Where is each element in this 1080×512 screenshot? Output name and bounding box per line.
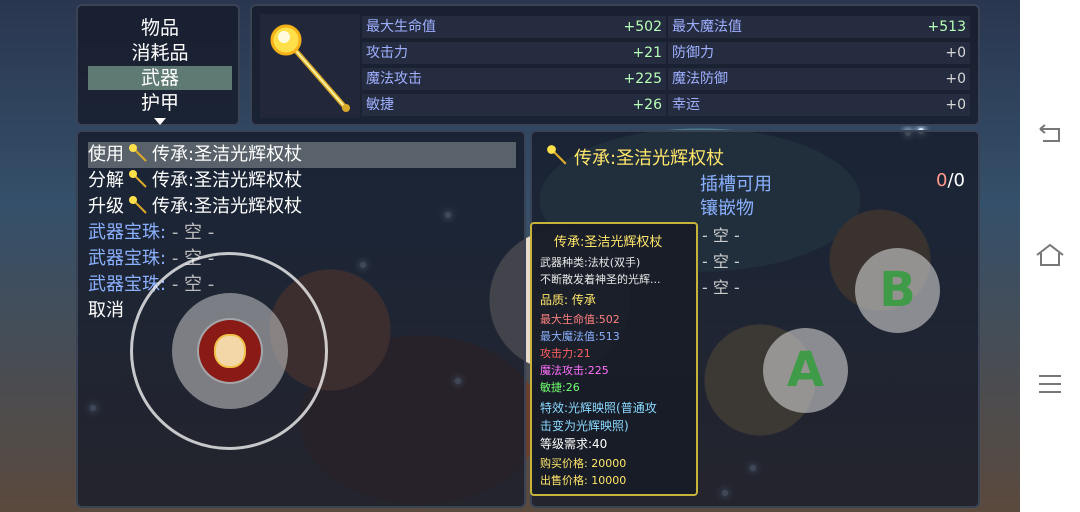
action-upgrade[interactable]: 升级 传承:圣洁光辉权杖 bbox=[88, 194, 302, 220]
category-items[interactable]: 物品 bbox=[88, 16, 232, 40]
category-armor[interactable]: 护甲 bbox=[88, 91, 232, 115]
tooltip-attack: 攻击力:21 bbox=[540, 347, 591, 360]
action-decompose[interactable]: 分解 传承:圣洁光辉权杖 bbox=[88, 168, 302, 194]
action-label: 使用 bbox=[88, 144, 124, 165]
equipment-stats-panel: 最大生命值 +502 最大魔法值 +513 攻击力 +21 防御力 +0 魔法攻… bbox=[250, 4, 980, 126]
stat-name: 幸运 bbox=[672, 97, 700, 113]
action-cancel[interactable]: 取消 bbox=[88, 298, 124, 324]
category-weapons[interactable]: 武器 bbox=[88, 66, 232, 90]
slot-count-current: 0 bbox=[936, 170, 948, 191]
staff-icon bbox=[129, 196, 147, 214]
stat-value: +21 bbox=[632, 45, 662, 61]
item-portrait bbox=[260, 14, 360, 118]
action-label: 分解 bbox=[88, 170, 124, 191]
tooltip-description: 不断散发着神圣的光辉... bbox=[540, 273, 661, 286]
menu-icon[interactable] bbox=[1037, 374, 1063, 394]
a-button[interactable]: A bbox=[763, 328, 848, 413]
item-title: 传承:圣洁光辉权杖 bbox=[574, 148, 725, 169]
gem-slot-value: - 空 - bbox=[171, 222, 215, 243]
inlay-slot-empty: - 空 - bbox=[702, 252, 740, 271]
stat-value: +0 bbox=[945, 97, 966, 113]
stat-magic-attack: 魔法攻击 +225 bbox=[362, 68, 666, 90]
gem-slot-label: 武器宝珠: bbox=[88, 248, 167, 269]
tooltip-name: 传承:圣洁光辉权杖 bbox=[554, 235, 663, 250]
item-name: 传承:圣洁光辉权杖 bbox=[152, 196, 303, 217]
holy-staff-icon bbox=[270, 24, 350, 112]
stat-value: +26 bbox=[632, 97, 662, 113]
stat-defense: 防御力 +0 bbox=[668, 42, 970, 64]
tooltip-buy-price: 购买价格: 20000 bbox=[540, 457, 627, 470]
action-use[interactable]: 使用 传承:圣洁光辉权杖 bbox=[88, 142, 516, 168]
stat-name: 魔法攻击 bbox=[366, 71, 422, 87]
category-menu: 物品 消耗品 武器 护甲 bbox=[76, 4, 240, 126]
stat-name: 魔法防御 bbox=[672, 71, 728, 87]
tooltip-hp: 最大生命值:502 bbox=[540, 313, 620, 326]
tooltip-effect-cont: 击变为光辉映照) bbox=[540, 419, 629, 433]
cancel-label: 取消 bbox=[88, 300, 124, 321]
stat-name: 攻击力 bbox=[366, 45, 408, 61]
stat-name: 防御力 bbox=[672, 45, 714, 61]
stat-value: +0 bbox=[945, 45, 966, 61]
stat-value: +0 bbox=[945, 71, 966, 87]
action-label: 升级 bbox=[88, 196, 124, 217]
item-name: 传承:圣洁光辉权杖 bbox=[152, 170, 303, 191]
stat-max-mp: 最大魔法值 +513 bbox=[668, 16, 970, 38]
stat-value: +502 bbox=[623, 19, 662, 35]
stat-attack: 攻击力 +21 bbox=[362, 42, 666, 64]
inlay-slot-empty: - 空 - bbox=[702, 226, 740, 245]
b-button[interactable]: B bbox=[855, 248, 940, 333]
tooltip-effect: 特效:光辉映照(普通攻 bbox=[540, 401, 657, 415]
home-icon[interactable] bbox=[1035, 243, 1065, 267]
tooltip-sell-price: 出售价格: 10000 bbox=[540, 474, 627, 487]
stat-magic-defense: 魔法防御 +0 bbox=[668, 68, 970, 90]
item-tooltip: 传承:圣洁光辉权杖 武器种类:法杖(双手) 不断散发着神圣的光辉... 品质: … bbox=[530, 222, 698, 496]
staff-icon bbox=[129, 144, 147, 162]
tooltip-quality: 品质: 传承 bbox=[540, 293, 596, 307]
stat-name: 敏捷 bbox=[366, 97, 394, 113]
staff-icon bbox=[547, 145, 567, 165]
inlay-label: 镶嵌物 bbox=[700, 198, 754, 219]
tooltip-agility: 敏捷:26 bbox=[540, 381, 580, 394]
character-avatar bbox=[214, 334, 246, 368]
stat-luck: 幸运 +0 bbox=[668, 94, 970, 116]
category-consumables[interactable]: 消耗品 bbox=[88, 41, 232, 65]
stat-agility: 敏捷 +26 bbox=[362, 94, 666, 116]
tooltip-mp: 最大魔法值:513 bbox=[540, 330, 620, 343]
stat-name: 最大生命值 bbox=[366, 19, 436, 35]
stat-name: 最大魔法值 bbox=[672, 19, 742, 35]
stat-value: +513 bbox=[927, 19, 966, 35]
system-navigation-bar bbox=[1020, 0, 1080, 512]
tooltip-magic-attack: 魔法攻击:225 bbox=[540, 364, 609, 377]
back-icon[interactable] bbox=[1037, 124, 1063, 144]
slot-available-label: 插槽可用 bbox=[700, 174, 772, 195]
tooltip-level-req: 等级需求:40 bbox=[540, 437, 608, 451]
staff-icon bbox=[129, 170, 147, 188]
slot-count-total: /0 bbox=[947, 170, 965, 191]
item-name: 传承:圣洁光辉权杖 bbox=[152, 144, 303, 165]
tooltip-type: 武器种类:法杖(双手) bbox=[540, 256, 641, 269]
scroll-down-arrow-icon[interactable] bbox=[154, 118, 166, 125]
stat-value: +225 bbox=[623, 71, 662, 87]
gem-slot-label: 武器宝珠: bbox=[88, 222, 167, 243]
stat-max-hp: 最大生命值 +502 bbox=[362, 16, 666, 38]
inlay-slot-empty: - 空 - bbox=[702, 278, 740, 297]
weapon-gem-slot[interactable]: 武器宝珠: - 空 - bbox=[88, 220, 214, 246]
slot-count: 0/0 bbox=[936, 170, 965, 191]
